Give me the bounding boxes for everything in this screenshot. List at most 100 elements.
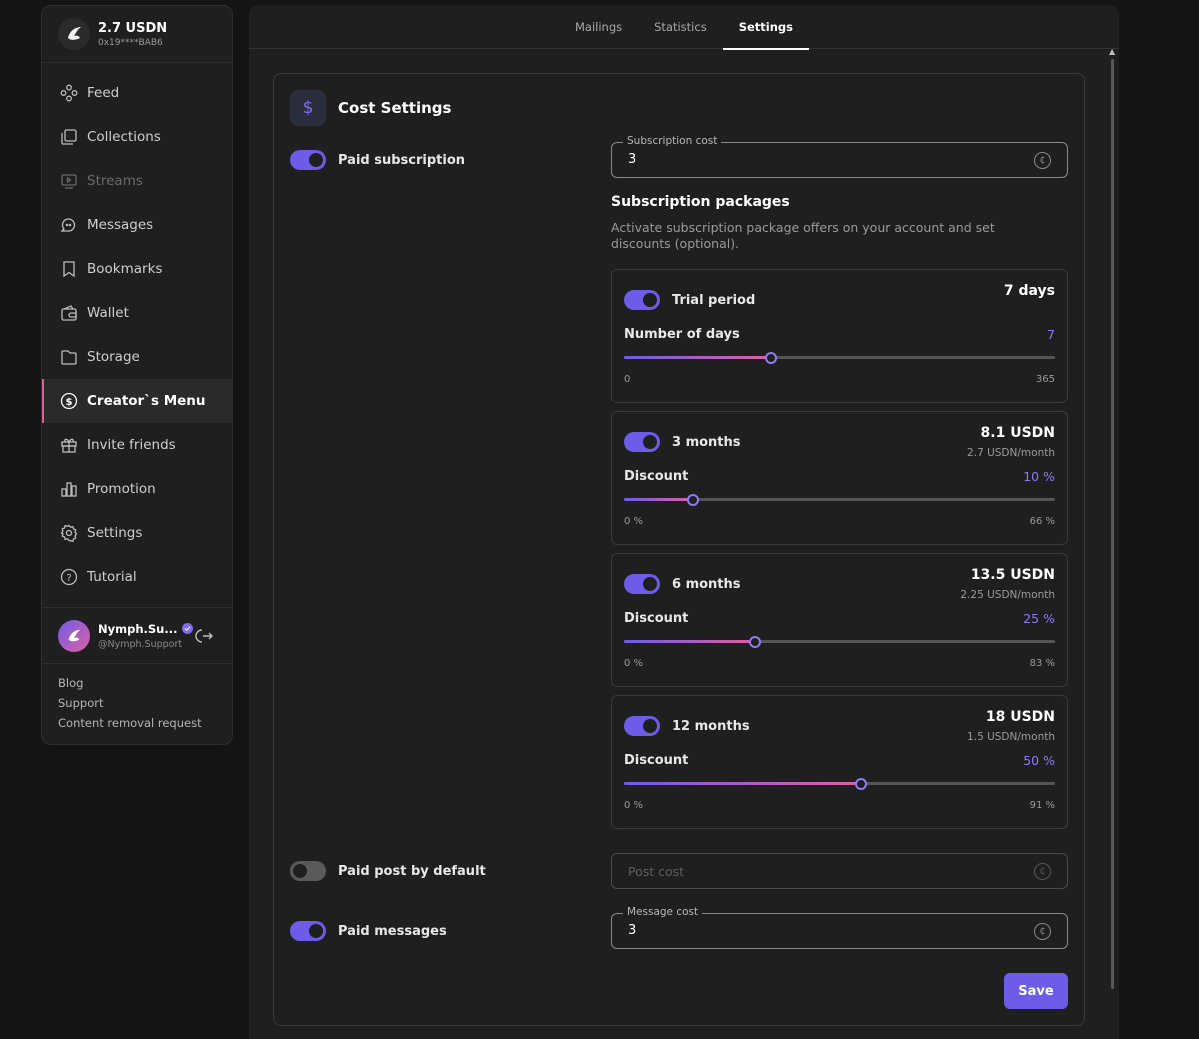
messages-icon: [59, 215, 79, 235]
slider-min: 0: [624, 374, 631, 385]
user-handle: @Nymph.Support: [98, 638, 183, 650]
sidebar-item-invite-friends[interactable]: Invite friends: [42, 423, 232, 467]
slider-thumb[interactable]: [854, 777, 867, 790]
dollar-icon: $: [290, 90, 326, 126]
slider-track[interactable]: [624, 493, 1055, 506]
subscription-cost-value[interactable]: 3: [628, 152, 636, 167]
account-header[interactable]: 2.7 USDN 0x19****BAB6: [42, 6, 232, 63]
coin-icon: ₵: [1034, 863, 1051, 880]
scrollbar[interactable]: ▲: [1109, 47, 1116, 1039]
post-cost-field[interactable]: Post cost ₵: [611, 853, 1068, 889]
package-6-months: 6 months 13.5 USDN 2.25 USDN/month Disco…: [611, 553, 1068, 687]
tab-mailings[interactable]: Mailings: [559, 5, 638, 49]
account-address: 0x19****BAB6: [98, 37, 163, 48]
slider-track[interactable]: [624, 777, 1055, 790]
paid-subscription-label: Paid subscription: [338, 152, 466, 168]
sidebar-item-messages[interactable]: Messages: [42, 203, 232, 247]
gear-icon: [59, 523, 79, 543]
tab-settings[interactable]: Settings: [722, 5, 810, 50]
package-header: 12 months: [624, 716, 750, 736]
sidebar-item-streams[interactable]: Streams: [42, 159, 232, 203]
slider-value: 7: [1047, 327, 1055, 342]
paid-messages-label: Paid messages: [338, 923, 447, 939]
package-label: 6 months: [672, 576, 741, 592]
tab-statistics[interactable]: Statistics: [638, 5, 723, 49]
subscription-cost-legend: Subscription cost: [623, 135, 722, 147]
user-profile[interactable]: Nymph.Su... @Nymph.Support: [42, 607, 232, 664]
package-header: Trial period: [624, 290, 755, 310]
package-toggle[interactable]: [624, 716, 660, 736]
scroll-up-icon[interactable]: ▲: [1109, 47, 1115, 56]
sidebar-item-promotion[interactable]: Promotion: [42, 467, 232, 511]
paid-subscription-row: Paid subscription: [290, 150, 465, 170]
slider-max: 83 %: [1029, 658, 1055, 669]
slider-thumb[interactable]: [749, 635, 762, 648]
subscription-cost-field[interactable]: Subscription cost 3 ₵: [611, 135, 1068, 178]
package-3-months: 3 months 8.1 USDN 2.7 USDN/month Discoun…: [611, 411, 1068, 545]
slider-fill: [624, 640, 756, 643]
slider-label: Discount: [624, 753, 689, 768]
wing-logo-icon: [58, 18, 90, 50]
post-cost-placeholder: Post cost: [628, 864, 685, 879]
svg-text:$: $: [66, 397, 73, 408]
package-toggle[interactable]: [624, 290, 660, 310]
scroll-thumb[interactable]: [1111, 59, 1114, 989]
sidebar-nav: Feed Collections Streams Messages Bookma…: [42, 63, 232, 599]
save-button[interactable]: Save: [1004, 973, 1068, 1009]
slider-max: 365: [1035, 374, 1055, 385]
slider-thumb[interactable]: [764, 351, 777, 364]
package-monthly-price: 2.7 USDN/month: [967, 447, 1055, 459]
sidebar-item-label: Settings: [87, 525, 143, 541]
content-removal-link[interactable]: Content removal request: [58, 716, 202, 736]
package-price: 7 days: [1003, 283, 1055, 299]
slider-track[interactable]: [624, 635, 1055, 648]
sidebar-item-label: Storage: [87, 349, 140, 365]
support-link[interactable]: Support: [58, 696, 202, 716]
sidebar-item-settings[interactable]: Settings: [42, 511, 232, 555]
package-price: 13.5 USDN: [970, 567, 1055, 583]
sidebar-item-label: Messages: [87, 217, 154, 233]
slider-track[interactable]: [624, 351, 1055, 364]
packages-title: Subscription packages: [611, 194, 790, 210]
package-price: 18 USDN: [985, 709, 1055, 725]
blog-link[interactable]: Blog: [58, 676, 202, 696]
sidebar-item-creators-menu[interactable]: $ Creator`s Menu: [42, 379, 232, 423]
package-toggle[interactable]: [624, 574, 660, 594]
paid-messages-row: Paid messages: [290, 921, 447, 941]
sidebar-item-storage[interactable]: Storage: [42, 335, 232, 379]
slider-thumb[interactable]: [686, 493, 699, 506]
packages-description: Activate subscription package offers on …: [611, 220, 995, 251]
streams-icon: [59, 171, 79, 191]
slider-label: Number of days: [624, 327, 740, 342]
dollar-circle-icon: $: [59, 391, 79, 411]
account-balance: 2.7 USDN: [98, 20, 168, 36]
sidebar-item-tutorial[interactable]: ? Tutorial: [42, 555, 232, 599]
help-icon: ?: [59, 567, 79, 587]
sidebar-item-feed[interactable]: Feed: [42, 71, 232, 115]
feed-icon: [59, 83, 79, 103]
package-toggle[interactable]: [624, 432, 660, 452]
message-cost-value[interactable]: 3: [628, 923, 636, 938]
package-header: 3 months: [624, 432, 741, 452]
sidebar-item-wallet[interactable]: Wallet: [42, 291, 232, 335]
sidebar-item-collections[interactable]: Collections: [42, 115, 232, 159]
package-monthly-price: 2.25 USDN/month: [960, 589, 1055, 601]
message-cost-field[interactable]: Message cost 3 ₵: [611, 906, 1068, 949]
main-panel: Mailings Statistics Settings ▲ $ Cost Se…: [249, 5, 1119, 1039]
paid-post-label: Paid post by default: [338, 863, 486, 879]
sidebar-item-bookmarks[interactable]: Bookmarks: [42, 247, 232, 291]
slider-value: 25 %: [1023, 611, 1055, 626]
message-cost-legend: Message cost: [623, 906, 703, 918]
card-header: $ Cost Settings: [290, 90, 451, 126]
sidebar-item-label: Bookmarks: [87, 261, 163, 277]
gift-icon: [59, 435, 79, 455]
paid-messages-toggle[interactable]: [290, 921, 326, 941]
logout-icon[interactable]: [194, 626, 214, 650]
collections-icon: [59, 127, 79, 147]
paid-subscription-toggle[interactable]: [290, 150, 326, 170]
paid-post-toggle[interactable]: [290, 861, 326, 881]
paid-post-row: Paid post by default: [290, 861, 486, 881]
sidebar-item-label: Streams: [87, 173, 143, 189]
slider-max: 66 %: [1029, 516, 1055, 527]
slider-min: 0 %: [624, 516, 644, 527]
